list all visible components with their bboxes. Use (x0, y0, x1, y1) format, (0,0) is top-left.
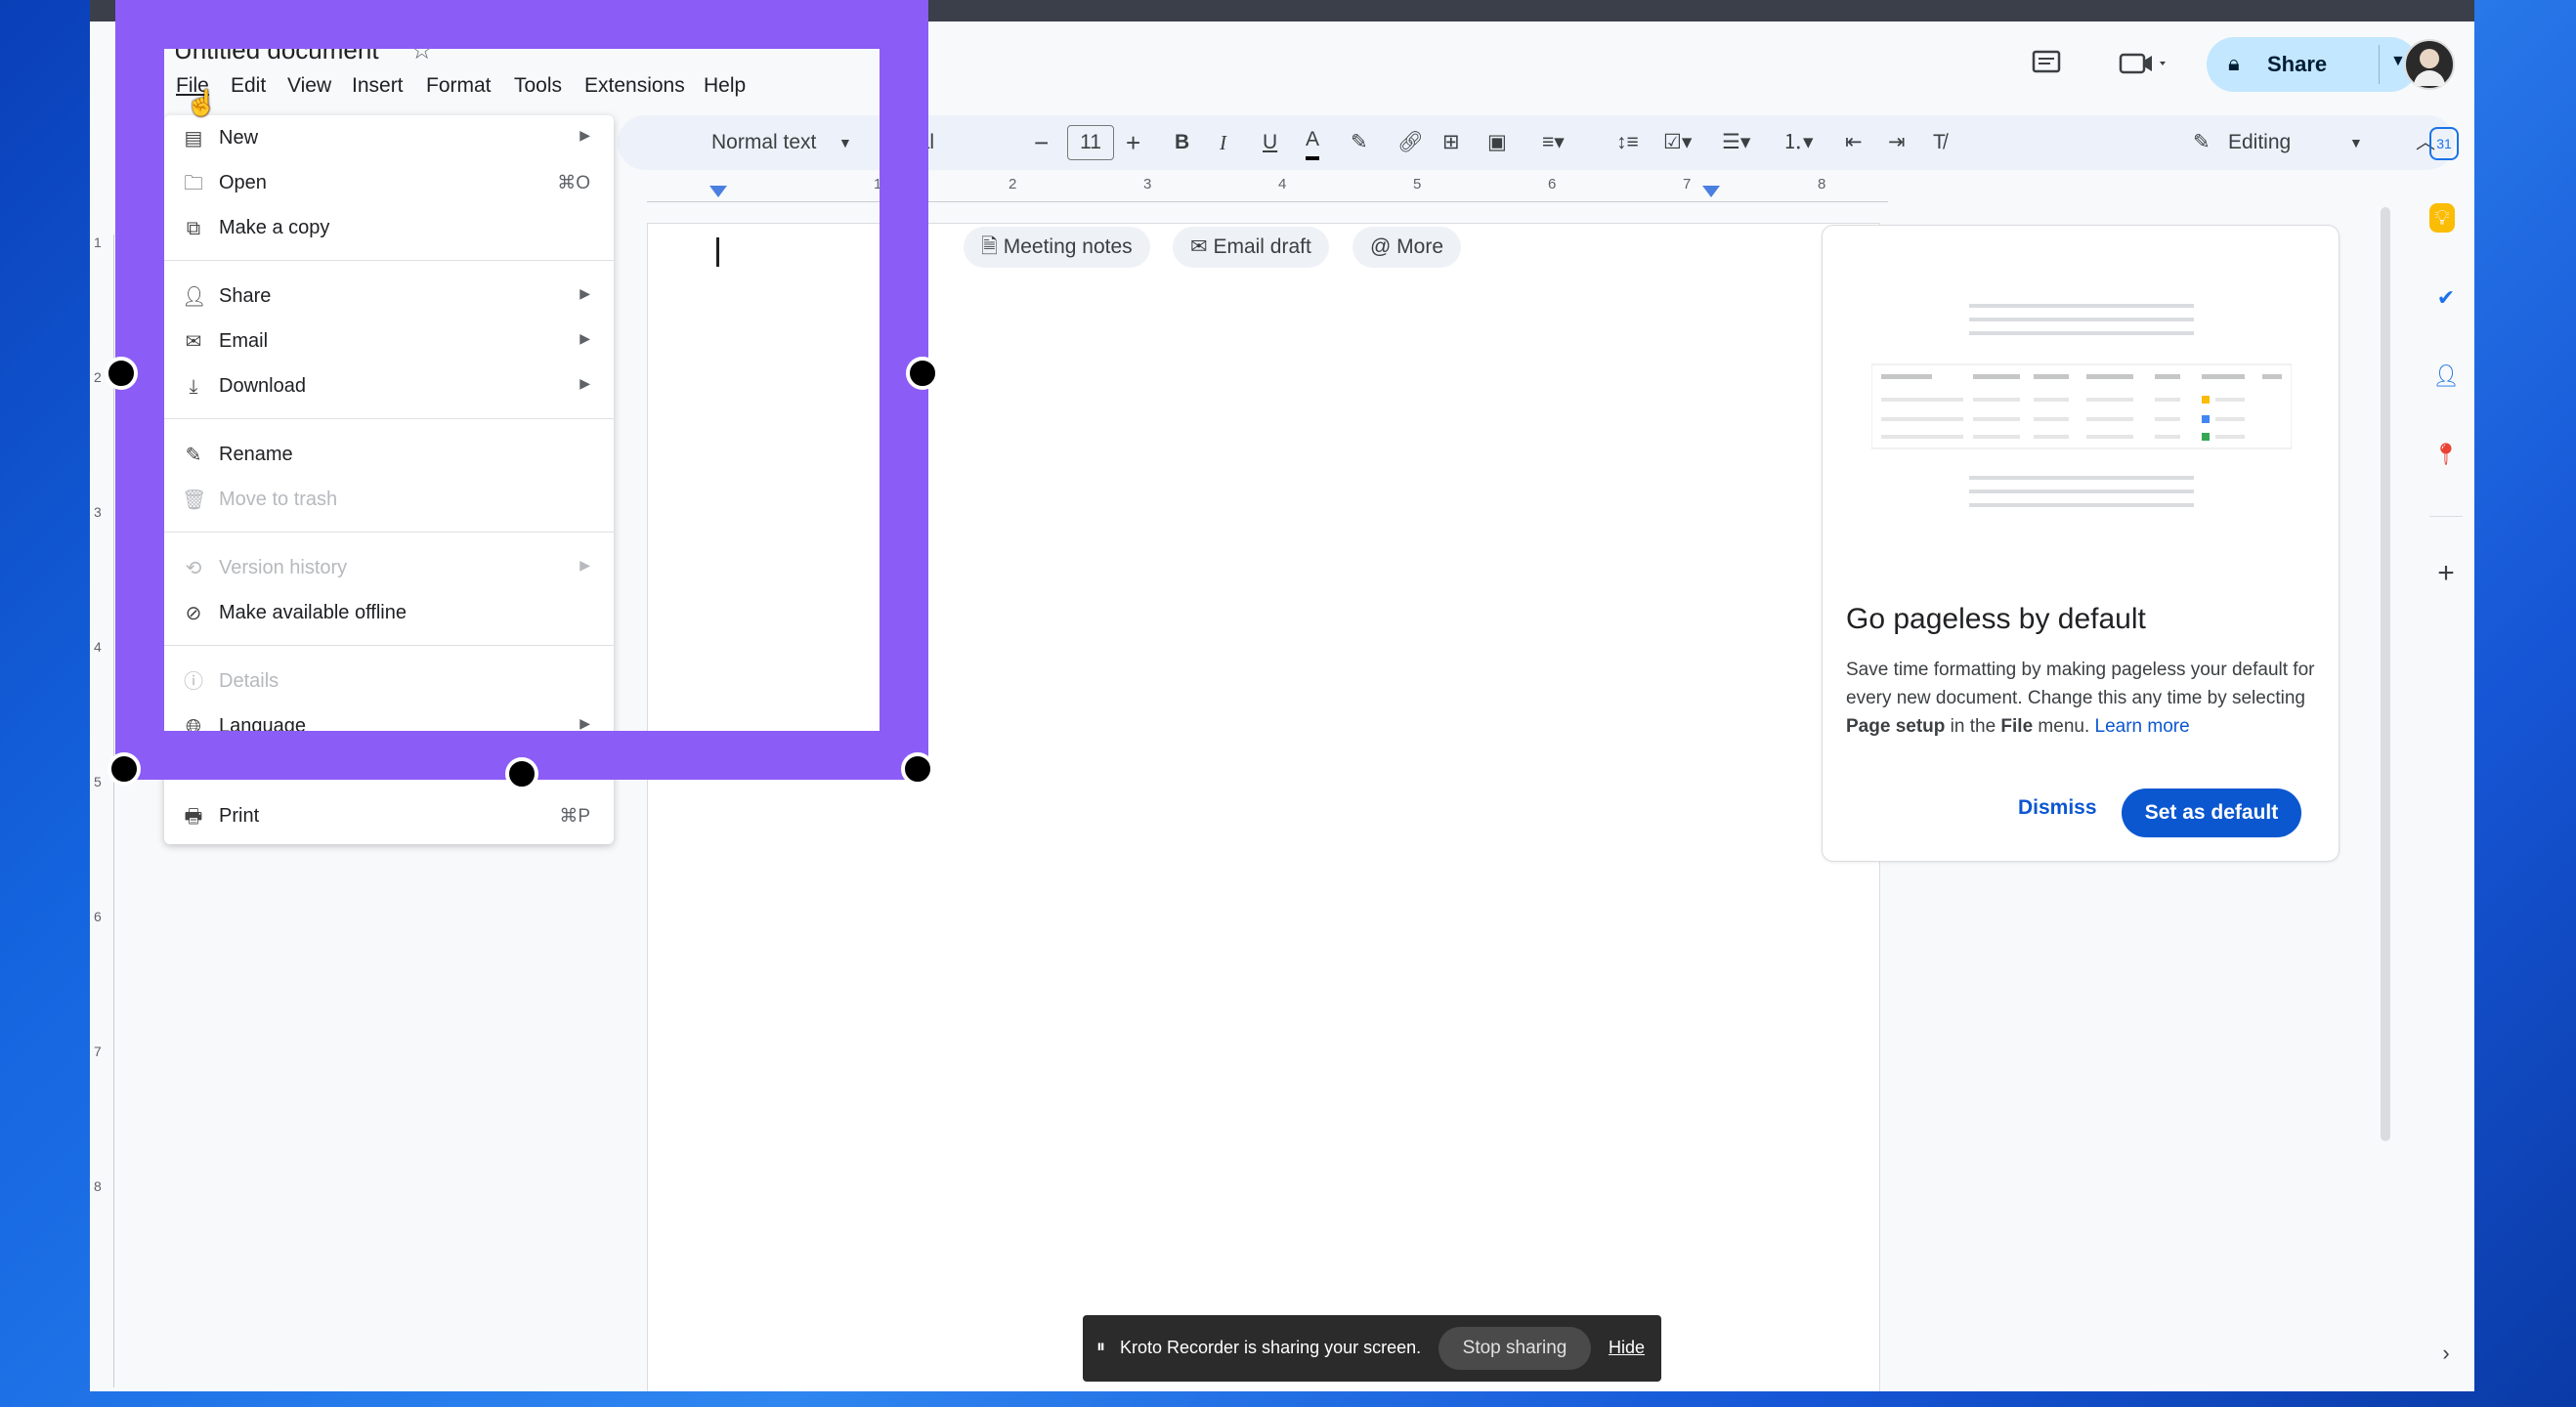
add-addon-icon[interactable]: + (2429, 557, 2463, 590)
card-body-text: menu. (2033, 716, 2095, 737)
card-body: Save time formatting by making pageless … (1846, 656, 2321, 741)
ruler-tick: 4 (1278, 176, 1287, 192)
meeting-notes-chip[interactable]: 🗎︎ Meeting notes (964, 227, 1150, 268)
chip-label: More (1396, 235, 1444, 258)
ruler-tick: 6 (94, 909, 102, 924)
ruler-tick: 8 (94, 1178, 102, 1194)
card-body-bold: File (2000, 716, 2034, 737)
decrease-font-icon[interactable]: − (1034, 115, 1049, 170)
share-label: Share (2267, 52, 2328, 76)
dismiss-button[interactable]: Dismiss (2018, 796, 2097, 820)
scrollbar[interactable] (2381, 207, 2390, 1141)
ruler-tick: 6 (1548, 176, 1557, 192)
menu-item-print[interactable]: 🖶︎ Print ⌘P (164, 795, 614, 838)
side-panel: 31 💡︎ ✔ 👤︎ 📍︎ + › (2418, 115, 2474, 1386)
set-as-default-button[interactable]: Set as default (2122, 789, 2301, 837)
selection-frame[interactable] (115, 0, 928, 780)
underline-icon[interactable]: U (1263, 115, 1277, 170)
card-body-bold: Page setup (1846, 716, 1946, 737)
email-draft-chip[interactable]: ✉︎ Email draft (1173, 227, 1329, 268)
decrease-indent-icon[interactable]: ⇤ (1845, 115, 1863, 170)
clear-formatting-icon[interactable]: T̸ (1933, 115, 1946, 170)
menu-item-label: Print (219, 805, 260, 827)
ruler-tick: 3 (94, 504, 102, 520)
video-call-icon[interactable] (2119, 49, 2169, 85)
text-color-icon[interactable]: A (1306, 123, 1320, 160)
pencil-icon: ✎ (2193, 131, 2211, 153)
keep-icon[interactable]: 💡︎ (2429, 203, 2455, 233)
vertical-ruler: 1 2 3 4 5 6 7 8 (90, 234, 114, 1387)
sharing-message: Kroto Recorder is sharing your screen. (1120, 1338, 1422, 1357)
resize-handle-bottom-left[interactable] (107, 752, 141, 786)
document-icon: 🗎︎ (981, 235, 1004, 258)
ruler-tick: 8 (1818, 176, 1826, 192)
chevron-right-icon[interactable]: › (2429, 1337, 2463, 1370)
resize-handle-bottom[interactable] (505, 757, 538, 790)
checklist-icon[interactable]: ☑▾ (1663, 115, 1692, 170)
editing-mode-select[interactable]: Editing (2228, 115, 2291, 170)
ruler-tick: 1 (94, 234, 102, 250)
line-spacing-icon[interactable]: ↕≡ (1616, 115, 1639, 170)
ruler-tick: 3 (1143, 176, 1152, 192)
ruler-tick: 7 (1683, 176, 1692, 192)
card-title: Go pageless by default (1846, 603, 2146, 635)
link-icon[interactable]: 🔗︎ (1397, 115, 1424, 170)
learn-more-link[interactable]: Learn more (2095, 716, 2190, 737)
resize-handle-right[interactable] (906, 357, 939, 390)
share-button[interactable]: 🔒︎ Share ▼ (2207, 37, 2418, 92)
lock-icon: 🔒︎ (2228, 51, 2240, 75)
stop-sharing-button[interactable]: Stop sharing (1438, 1327, 1591, 1370)
more-chip[interactable]: @ More (1352, 227, 1462, 268)
comments-icon[interactable] (2031, 49, 2062, 85)
avatar[interactable] (2404, 39, 2455, 90)
ruler-tick: 4 (94, 639, 102, 655)
tasks-icon[interactable]: ✔ (2429, 281, 2463, 315)
resize-handle-left[interactable] (105, 357, 138, 390)
email-icon: ✉︎ (1190, 235, 1214, 258)
increase-indent-icon[interactable]: ⇥ (1888, 115, 1906, 170)
italic-icon[interactable]: I (1220, 115, 1226, 170)
numbered-list-icon[interactable]: ⒈▾ (1782, 115, 1814, 170)
maps-icon[interactable]: 📍︎ (2429, 438, 2463, 471)
increase-font-icon[interactable]: + (1126, 115, 1140, 170)
chip-label: Email draft (1213, 235, 1311, 258)
card-body-text: Save time formatting by making pageless … (1846, 660, 2315, 708)
ruler-tick: 5 (94, 774, 102, 789)
comment-icon[interactable]: ⊞ (1442, 115, 1460, 170)
shortcut-label: ⌘P (559, 806, 590, 827)
hide-button[interactable]: Hide (1609, 1338, 1645, 1358)
ruler-tick: 2 (94, 369, 102, 385)
contacts-icon[interactable]: 👤︎ (2429, 360, 2463, 393)
screen-sharing-bar: ⏸ Kroto Recorder is sharing your screen.… (1083, 1315, 1661, 1382)
image-icon[interactable]: ▣ (1487, 115, 1507, 170)
pageless-illustration (1871, 304, 2292, 507)
at-sign-icon: @ (1370, 235, 1397, 258)
sidebar-divider (2429, 516, 2463, 517)
pageless-promo-card: Go pageless by default Save time formatt… (1822, 225, 2340, 862)
ruler-tick: 2 (1009, 176, 1017, 192)
chevron-down-icon[interactable]: ▼ (2349, 115, 2363, 170)
bold-icon[interactable]: B (1175, 115, 1189, 170)
align-icon[interactable]: ≡▾ (1542, 115, 1565, 170)
calendar-icon[interactable]: 31 (2429, 127, 2459, 160)
card-body-text: in the (1945, 716, 2001, 737)
share-divider (2379, 45, 2380, 84)
pause-icon: ⏸ (1096, 1337, 1105, 1356)
printer-icon: 🖶︎ (184, 806, 203, 828)
bulleted-list-icon[interactable]: ☰▾ (1722, 115, 1750, 170)
resize-handle-bottom-right[interactable] (901, 752, 934, 786)
chip-label: Meeting notes (1003, 235, 1133, 258)
ruler-tick: 7 (94, 1044, 102, 1059)
right-indent-marker[interactable] (1702, 186, 1720, 197)
highlight-icon[interactable]: ✎ (1351, 115, 1368, 170)
font-size-input[interactable]: 11 (1067, 125, 1114, 160)
ruler-tick: 5 (1413, 176, 1422, 192)
